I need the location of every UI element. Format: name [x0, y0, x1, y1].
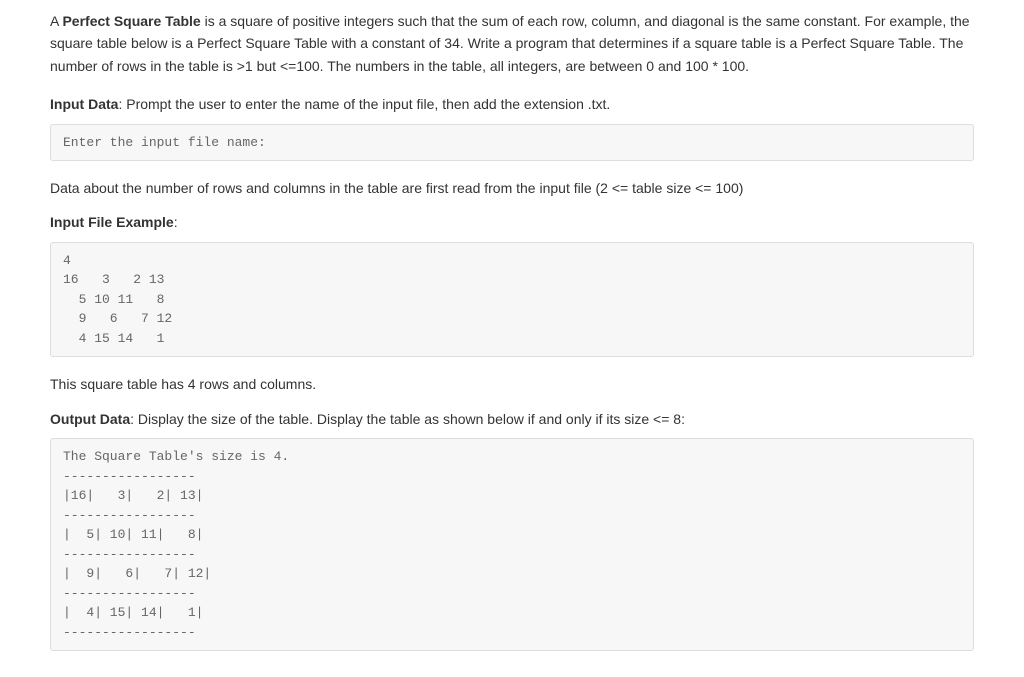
input-file-example-colon: : — [174, 214, 178, 230]
rows-desc: This square table has 4 rows and columns… — [50, 373, 974, 395]
intro-paragraph: A Perfect Square Table is a square of po… — [50, 10, 974, 77]
perfect-square-term: Perfect Square Table — [62, 13, 200, 29]
code-prompt-block: Enter the input file name: — [50, 124, 974, 162]
output-data-label: Output Data: Display the size of the tab… — [50, 408, 974, 430]
input-file-example-bold: Input File Example — [50, 214, 174, 230]
code-input-example-block: 4 16 3 2 13 5 10 11 8 9 6 7 12 4 15 14 1 — [50, 242, 974, 358]
intro-prefix: A — [50, 13, 62, 29]
input-data-text: : Prompt the user to enter the name of t… — [118, 96, 610, 112]
input-file-desc: Data about the number of rows and column… — [50, 177, 974, 199]
input-data-bold: Input Data — [50, 96, 118, 112]
input-data-label: Input Data: Prompt the user to enter the… — [50, 93, 974, 115]
output-data-text: : Display the size of the table. Display… — [130, 411, 685, 427]
output-data-bold: Output Data — [50, 411, 130, 427]
code-output-example-block: The Square Table's size is 4. ----------… — [50, 438, 974, 651]
input-file-example-label: Input File Example: — [50, 211, 974, 233]
